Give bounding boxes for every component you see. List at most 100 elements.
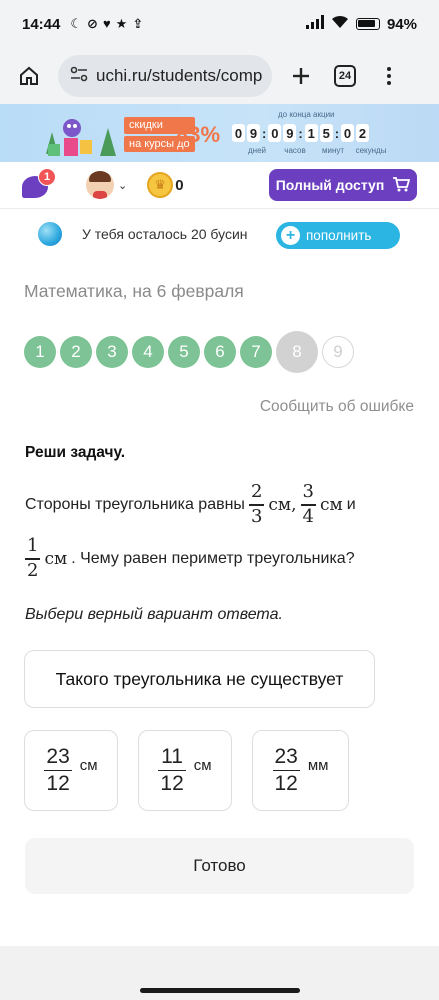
fraction-denominator: 4 <box>302 505 314 527</box>
countdown-digit: 5 <box>319 124 333 142</box>
task-title: Реши задачу. <box>25 444 126 461</box>
answer-option[interactable]: 23 12 см <box>24 730 118 811</box>
answer-option[interactable]: 11 12 см <box>138 730 232 811</box>
fraction: 3 4 <box>300 481 316 527</box>
signal-icon <box>305 15 324 33</box>
bead-icon <box>38 222 62 246</box>
fraction: 2 3 <box>248 481 265 527</box>
star-icon: ★ <box>115 16 128 31</box>
fraction-numerator: 11 <box>161 744 183 768</box>
report-error-link[interactable]: Сообщить об ошибке <box>260 398 414 416</box>
unit: см <box>193 757 212 774</box>
status-icons: ☾ ⊘ ♥ ★ ⇪ <box>70 16 143 32</box>
progress-step-current[interactable]: 8 <box>276 331 318 373</box>
countdown-separator: : <box>298 125 303 141</box>
fraction-denominator: 12 <box>274 772 298 796</box>
fraction-numerator: 23 <box>46 744 70 768</box>
upload-icon: ⇪ <box>132 16 144 31</box>
status-right: 94% <box>305 15 417 33</box>
beads-info: У тебя осталось 20 бусин <box>38 222 248 246</box>
tab-count: 24 <box>334 65 356 87</box>
task-and: и <box>346 496 356 514</box>
countdown-labels: дней часов минут секунды <box>238 146 390 155</box>
fraction: 1 2 <box>25 535 41 581</box>
fraction-numerator: 2 <box>250 481 263 503</box>
menu-icon[interactable] <box>374 61 404 91</box>
status-left: 14:44 ☾ ⊘ ♥ ★ ⇪ <box>22 16 143 33</box>
task-line: 1 2 см . Чему равен периметр треугольник… <box>25 532 425 586</box>
countdown-digit: 1 <box>304 124 318 142</box>
fraction-bar <box>44 769 72 772</box>
countdown-label-days: дней <box>247 146 266 155</box>
progress-step[interactable]: 6 <box>204 336 236 368</box>
promo-countdown: 0 9 : 0 9 : 1 5 : 0 2 <box>232 124 371 142</box>
done-button[interactable]: Готово <box>25 838 414 894</box>
moon-icon: ☾ <box>70 16 83 31</box>
status-time: 14:44 <box>22 15 61 33</box>
mute-icon: ⊘ <box>87 16 98 31</box>
tabs-button[interactable]: 24 <box>330 61 360 91</box>
task-text: Стороны треугольника равны 2 3 см, 3 4 с… <box>25 478 425 586</box>
chat-badge: 1 <box>38 168 56 186</box>
chevron-down-icon[interactable]: ⌄ <box>118 179 127 192</box>
progress-step-future: 9 <box>322 336 354 368</box>
wifi-icon <box>331 15 349 33</box>
fraction-numerator: 1 <box>27 535 39 557</box>
fraction-denominator: 12 <box>46 772 70 796</box>
full-access-label: Полный доступ <box>275 177 385 193</box>
task-text-start: Стороны треугольника равны <box>25 496 245 514</box>
home-icon[interactable] <box>14 61 44 91</box>
beads-text: У тебя осталось 20 бусин <box>82 226 248 242</box>
progress-step[interactable]: 5 <box>168 336 200 368</box>
fraction-numerator: 3 <box>302 481 314 503</box>
fraction-denominator: 12 <box>160 772 184 796</box>
fraction-denominator: 3 <box>250 505 263 527</box>
avatar[interactable] <box>86 171 114 199</box>
chat-icon[interactable]: 1 <box>22 168 56 198</box>
progress-step[interactable]: 7 <box>240 336 272 368</box>
countdown-digit: 0 <box>268 124 282 142</box>
progress-step[interactable]: 4 <box>132 336 164 368</box>
answer-hint: Выбери верный вариант ответа. <box>25 606 283 623</box>
plus-icon: + <box>281 226 300 245</box>
countdown-digit: 9 <box>247 124 260 142</box>
fraction: 23 12 <box>44 744 72 796</box>
progress-step[interactable]: 1 <box>24 336 56 368</box>
heart-icon: ♥ <box>102 16 111 31</box>
progress-step[interactable]: 3 <box>96 336 128 368</box>
task-text-end: . Чему равен периметр треугольника? <box>71 550 355 568</box>
countdown-digit: 9 <box>283 124 297 142</box>
fraction-bar <box>272 769 300 772</box>
countdown-separator: : <box>334 125 340 141</box>
browser-toolbar: uchi.ru/students/comp 24 <box>0 48 439 104</box>
countdown-digit: 0 <box>232 124 245 142</box>
promo-percent: 83% <box>176 122 221 147</box>
countdown-digit: 2 <box>356 124 370 142</box>
page-title: Математика, на 6 февраля <box>24 281 244 301</box>
cart-icon <box>392 176 411 195</box>
fraction: 11 12 <box>158 744 186 796</box>
address-bar[interactable]: uchi.ru/students/comp <box>58 55 272 97</box>
status-bar: 14:44 ☾ ⊘ ♥ ★ ⇪ 94% <box>0 0 439 48</box>
top-up-button[interactable]: + пополнить <box>276 222 400 249</box>
promo-mascot-image <box>40 114 120 158</box>
answer-option[interactable]: 23 12 мм <box>252 730 349 811</box>
battery-level: 94% <box>386 15 417 33</box>
top-up-label: пополнить <box>306 228 372 243</box>
unit: см <box>320 494 343 515</box>
full-access-button[interactable]: Полный доступ <box>269 169 417 201</box>
task-line: Стороны треугольника равны 2 3 см, 3 4 с… <box>25 478 425 532</box>
fraction-denominator: 2 <box>27 559 39 581</box>
header-divider <box>0 208 439 209</box>
answer-option-no-triangle[interactable]: Такого треугольника не существует <box>24 650 375 708</box>
url-text: uchi.ru/students/comp <box>96 66 263 85</box>
task-progress: 1 2 3 4 5 6 7 8 9 <box>24 331 354 373</box>
new-tab-icon[interactable] <box>286 61 316 91</box>
site-settings-icon[interactable] <box>70 66 88 87</box>
crown-coin-icon: ♛ <box>147 172 174 198</box>
progress-step[interactable]: 2 <box>60 336 92 368</box>
app-header: 1 ⌄ ♛ 0 Полный доступ <box>0 162 439 208</box>
countdown-label-hours: часов <box>284 146 306 155</box>
unit: см, <box>268 494 297 515</box>
home-indicator[interactable] <box>140 988 300 993</box>
